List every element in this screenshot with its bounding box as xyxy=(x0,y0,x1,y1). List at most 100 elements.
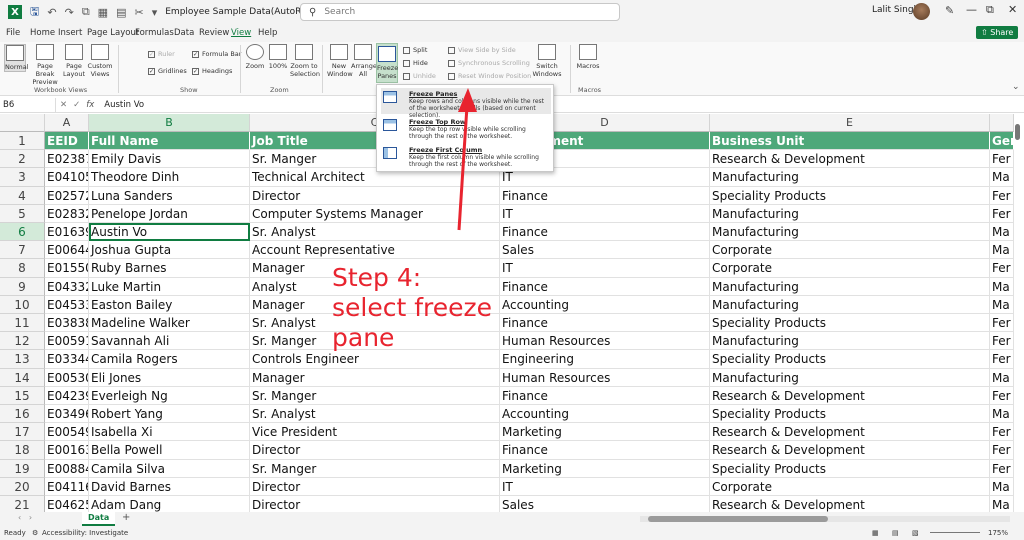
table-cell[interactable]: IT xyxy=(500,259,710,278)
zoom-level[interactable]: 175% xyxy=(988,526,1008,540)
hide-button[interactable]: Hide xyxy=(403,59,428,67)
table-cell[interactable]: E02832 xyxy=(45,204,89,223)
table-cell[interactable]: E04332 xyxy=(45,277,89,296)
copy-icon[interactable]: ⧉ xyxy=(82,5,90,19)
table-cell[interactable]: Madeline Walker xyxy=(89,314,250,333)
row-header[interactable]: 5 xyxy=(0,204,45,223)
table-cell[interactable]: Ma xyxy=(990,496,1014,512)
table-cell[interactable]: Account Representative xyxy=(250,241,500,260)
headings-checkbox[interactable]: ✓ Headings xyxy=(192,67,232,75)
table-cell[interactable]: Corporate xyxy=(710,259,990,278)
table-cell[interactable]: Ma xyxy=(990,295,1014,314)
table-cell[interactable]: Speciality Products xyxy=(710,186,990,205)
table-cell[interactable]: Research & Development xyxy=(710,386,990,405)
tab-help[interactable]: Help xyxy=(258,28,277,38)
page-break-preview-button[interactable]: Page Break Preview xyxy=(30,44,60,86)
table-cell[interactable]: Manufacturing xyxy=(710,295,990,314)
column-header-b[interactable]: B xyxy=(89,114,250,132)
row-header[interactable]: 10 xyxy=(0,295,45,314)
table-cell[interactable]: Manufacturing xyxy=(710,168,990,187)
table-cell[interactable]: Joshua Gupta xyxy=(89,241,250,260)
tab-review[interactable]: Review xyxy=(199,28,229,38)
tab-formulas[interactable]: Formulas xyxy=(135,28,174,38)
minimize-button[interactable]: — xyxy=(966,3,977,16)
table-cell[interactable]: Manufacturing xyxy=(710,223,990,242)
table-cell[interactable]: Sr. Manger xyxy=(250,459,500,478)
table-cell[interactable]: E04625 xyxy=(45,496,89,512)
table-cell[interactable]: Ma xyxy=(990,368,1014,387)
horizontal-scroll-thumb[interactable] xyxy=(648,516,828,522)
column-header-f[interactable] xyxy=(990,114,1014,132)
table-cell[interactable]: David Barnes xyxy=(89,477,250,496)
row-header[interactable]: 11 xyxy=(0,314,45,333)
table-cell[interactable]: E04239 xyxy=(45,386,89,405)
table-cell[interactable]: E04105 xyxy=(45,168,89,187)
reset-window-position-button[interactable]: Reset Window Position xyxy=(448,72,531,80)
table-cell[interactable]: Ruby Barnes xyxy=(89,259,250,278)
table-cell[interactable]: Emily Davis xyxy=(89,150,250,169)
table-cell[interactable]: E00591 xyxy=(45,332,89,351)
avatar[interactable] xyxy=(913,3,930,20)
close-button[interactable]: ✕ xyxy=(1008,3,1017,16)
page-layout-status-icon[interactable]: ▤ xyxy=(892,526,899,540)
row-header[interactable]: 3 xyxy=(0,168,45,187)
tab-page-layout[interactable]: Page Layout xyxy=(87,28,139,38)
table-cell[interactable]: Ma xyxy=(990,477,1014,496)
table-cell[interactable]: Human Resources xyxy=(500,368,710,387)
table-cell[interactable]: E03838 xyxy=(45,314,89,333)
tab-view[interactable]: View xyxy=(231,28,251,38)
select-all-corner[interactable] xyxy=(0,114,45,132)
split-button[interactable]: Split xyxy=(403,46,427,54)
table-cell[interactable]: Director xyxy=(250,477,500,496)
table-header-cell[interactable]: Ger xyxy=(990,132,1014,151)
table-cell[interactable]: Director xyxy=(250,496,500,512)
table-cell[interactable]: Research & Development xyxy=(710,150,990,169)
table-cell[interactable]: Fer xyxy=(990,204,1014,223)
table-cell[interactable]: Fer xyxy=(990,386,1014,405)
switch-windows-button[interactable]: Switch Windows xyxy=(532,44,562,78)
tab-file[interactable]: File xyxy=(6,28,20,38)
search-box[interactable]: ⚲ Search xyxy=(300,3,620,21)
new-window-button[interactable]: New Window xyxy=(327,44,353,78)
table-cell[interactable]: Eli Jones xyxy=(89,368,250,387)
table-cell[interactable]: E01550 xyxy=(45,259,89,278)
table-cell[interactable]: Isabella Xi xyxy=(89,423,250,442)
row-header[interactable]: 7 xyxy=(0,241,45,260)
table-cell[interactable]: Finance xyxy=(500,223,710,242)
table-cell[interactable]: Fer xyxy=(990,332,1014,351)
macros-button[interactable]: Macros xyxy=(576,44,600,70)
gridlines-checkbox[interactable]: ✓ Gridlines xyxy=(148,67,187,75)
table-cell[interactable]: Luna Sanders xyxy=(89,186,250,205)
name-box[interactable]: B6 xyxy=(0,97,56,112)
table-cell[interactable]: Everleigh Ng xyxy=(89,386,250,405)
table-cell[interactable]: Finance xyxy=(500,277,710,296)
table-cell[interactable]: Research & Development xyxy=(710,496,990,512)
table-cell[interactable]: E02572 xyxy=(45,186,89,205)
column-header-a[interactable]: A xyxy=(45,114,89,132)
table-cell[interactable]: Fer xyxy=(990,441,1014,460)
table-cell[interactable]: Engineering xyxy=(500,350,710,369)
table-cell[interactable]: Vice President xyxy=(250,423,500,442)
row-header[interactable]: 13 xyxy=(0,350,45,369)
table-cell[interactable]: E00530 xyxy=(45,368,89,387)
table-cell[interactable]: Speciality Products xyxy=(710,350,990,369)
table-cell[interactable]: Penelope Jordan xyxy=(89,204,250,223)
table-cell[interactable]: Manufacturing xyxy=(710,204,990,223)
table-cell[interactable]: Speciality Products xyxy=(710,405,990,424)
cancel-icon[interactable]: ✕ xyxy=(60,100,67,110)
save-icon[interactable]: 🖫 xyxy=(30,3,39,22)
table-cell[interactable]: Corporate xyxy=(710,241,990,260)
row-header[interactable]: 15 xyxy=(0,386,45,405)
table-cell[interactable]: E04116 xyxy=(45,477,89,496)
table-cell[interactable]: Ma xyxy=(990,168,1014,187)
row-header[interactable]: 2 xyxy=(0,150,45,169)
page-break-status-icon[interactable]: ▧ xyxy=(912,526,919,540)
row-header[interactable]: 16 xyxy=(0,405,45,424)
table-cell[interactable]: Ma xyxy=(990,277,1014,296)
table-cell[interactable]: E03496 xyxy=(45,405,89,424)
cut-icon[interactable]: ✂ xyxy=(134,6,143,19)
table-cell[interactable]: Speciality Products xyxy=(710,459,990,478)
pen-icon[interactable]: ✎ xyxy=(945,4,954,17)
zoom-100-button[interactable]: 100% xyxy=(267,44,289,70)
arrange-all-button[interactable]: Arrange All xyxy=(351,44,377,78)
